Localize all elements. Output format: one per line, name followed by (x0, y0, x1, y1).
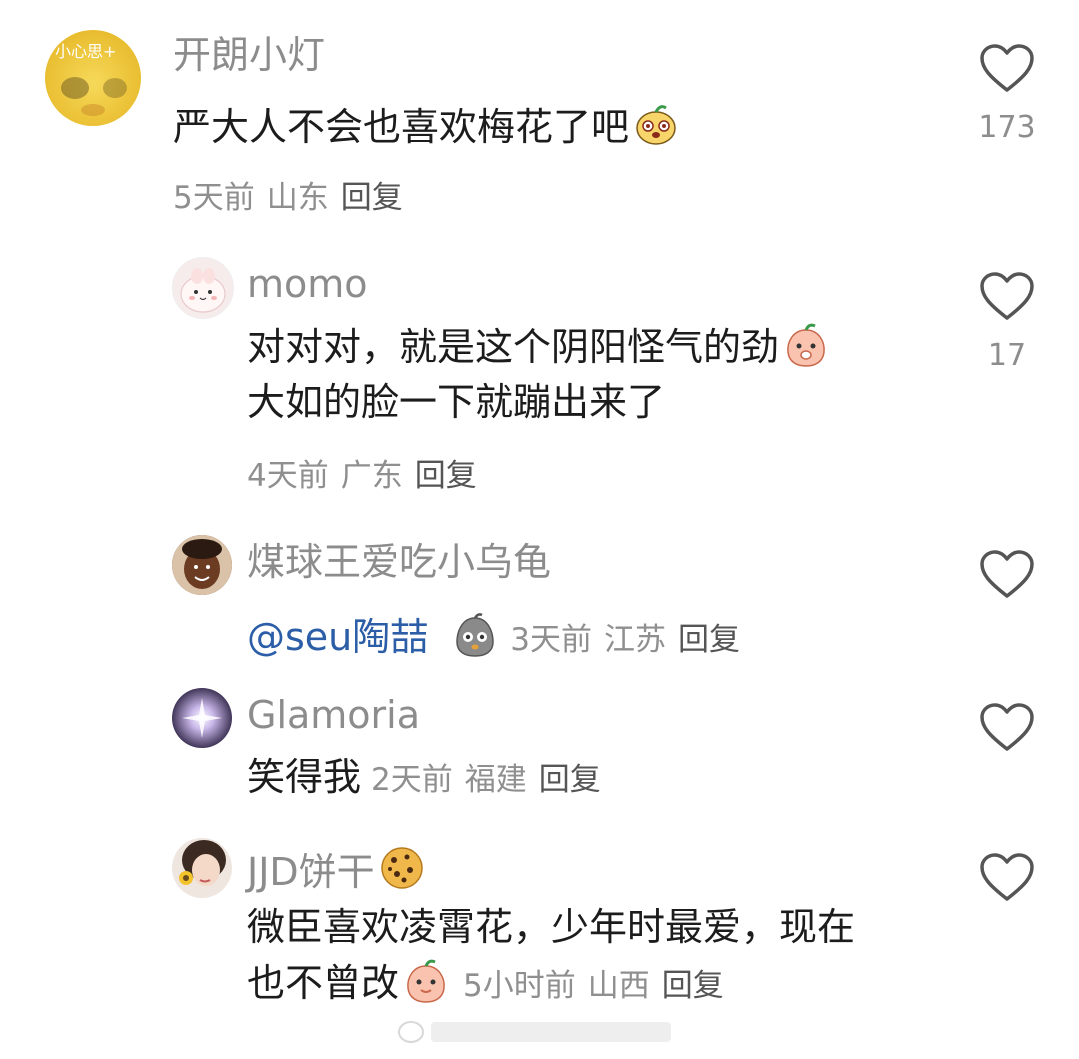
comment-text: 笑得我 2天前 福建 回复 (247, 750, 601, 807)
username[interactable]: Glamoria (247, 696, 420, 734)
comment-time: 5小时前 (463, 968, 576, 1004)
mention-link[interactable]: @seu陶喆 (247, 615, 428, 659)
cookie-icon (380, 847, 423, 889)
comment-time: 2天前 (371, 762, 453, 798)
comment-location: 山东 (266, 180, 329, 216)
comment-location: 广东 (340, 458, 403, 494)
comment-meta: 2天前 福建 回复 (371, 762, 601, 798)
reply-button[interactable]: 回复 (539, 762, 601, 798)
reply-button[interactable]: 回复 (678, 622, 740, 658)
heart-outline-icon[interactable] (979, 272, 1035, 322)
comment-location: 福建 (464, 762, 527, 798)
comment-line: @seu陶喆 3天前 江苏 回复 (247, 606, 740, 661)
comment-text-line2: 大如的脸一下就蹦出来了 (247, 380, 666, 424)
emoji-face-icon (456, 613, 495, 657)
comment-text-line1: 微臣喜欢凌霄花，少年时最爱，现在 (247, 905, 856, 949)
reply-button[interactable]: 回复 (341, 180, 403, 216)
emoji-face-icon (407, 959, 445, 1003)
comment-text-content: 笑得我 (247, 755, 362, 799)
avatar[interactable]: 小心思+ (45, 30, 141, 126)
comment-text-content: 严大人不会也喜欢梅花了吧 (173, 105, 630, 149)
comment-meta: 4天前 广东 回复 (247, 450, 477, 495)
emoji-face-icon (636, 105, 676, 145)
username[interactable]: momo (247, 265, 368, 303)
comment-text: 严大人不会也喜欢梅花了吧 (173, 100, 679, 154)
reply-button[interactable]: 回复 (662, 968, 724, 1004)
comment-meta: 5小时前 山西 回复 (463, 968, 724, 1004)
comment-text-line2: 也不曾改 (247, 961, 400, 1005)
comment-location: 山西 (587, 968, 650, 1004)
comment-text: 也不曾改 5小时前 山西 回复 (247, 956, 724, 1013)
comment-meta: 5天前 山东 回复 (173, 172, 403, 217)
avatar[interactable] (172, 535, 232, 595)
heart-outline-icon[interactable] (979, 703, 1035, 753)
avatar[interactable] (172, 688, 232, 748)
like-count: 17 (987, 338, 1027, 373)
comment-location: 江苏 (604, 622, 666, 658)
username[interactable]: 开朗小灯 (173, 36, 325, 74)
reply-button[interactable]: 回复 (415, 458, 477, 494)
comment-time: 3天前 (510, 622, 592, 658)
username[interactable]: 煤球王爱吃小乌龟 (247, 543, 551, 581)
avatar-overlay-text: 小心思+ (55, 42, 117, 61)
heart-outline-icon[interactable] (979, 44, 1035, 94)
comment-text: 对对对，就是这个阴阳怪气的劲 (247, 320, 829, 374)
avatar[interactable] (172, 838, 232, 898)
heart-outline-icon[interactable] (979, 550, 1035, 600)
comment-time: 4天前 (247, 458, 329, 494)
avatar[interactable] (172, 257, 234, 319)
username[interactable]: JJD饼干 (247, 845, 425, 891)
heart-outline-icon[interactable] (979, 853, 1035, 903)
comment-time: 5天前 (173, 180, 255, 216)
like-count: 173 (978, 110, 1036, 145)
username-text: JJD饼干 (247, 850, 375, 894)
watermark-strip (398, 1021, 671, 1043)
emoji-face-icon (787, 323, 825, 367)
comment-text-line1: 对对对，就是这个阴阳怪气的劲 (247, 325, 780, 369)
